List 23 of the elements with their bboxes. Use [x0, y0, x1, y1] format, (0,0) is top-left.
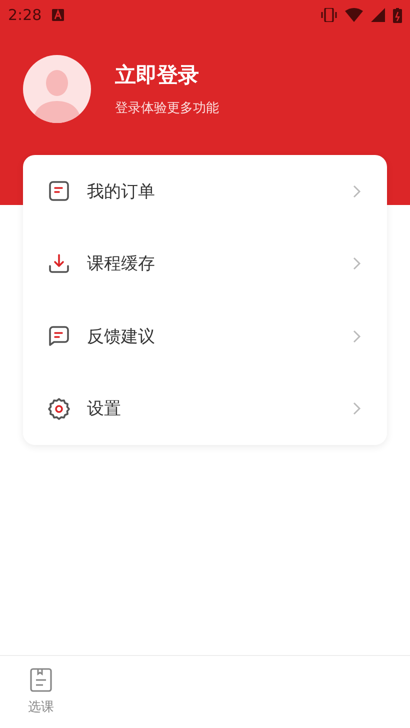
signal-icon	[371, 8, 385, 22]
vibrate-icon	[321, 8, 337, 22]
menu-item[interactable]: 设置	[23, 372, 387, 445]
battery-icon	[393, 8, 402, 22]
tab[interactable]: 选课	[0, 656, 82, 728]
chevron-right-icon	[353, 330, 361, 343]
menu-item[interactable]: 我的订单	[23, 155, 387, 228]
chat-icon	[47, 324, 71, 348]
wifi-icon	[345, 8, 363, 22]
chevron-right-icon	[353, 184, 361, 198]
menu-item[interactable]: 课程缓存	[23, 228, 387, 300]
menu-item[interactable]: 反馈建议	[23, 300, 387, 372]
settings-icon	[47, 396, 71, 421]
login-subtitle: 登录体验更多功能	[115, 100, 219, 117]
chevron-right-icon	[353, 257, 361, 270]
download-icon	[47, 252, 71, 276]
chevron-right-icon	[353, 402, 361, 416]
notification-icon	[52, 9, 64, 21]
avatar-icon[interactable]	[23, 55, 91, 123]
document-icon	[30, 668, 52, 692]
document-icon	[47, 179, 71, 204]
login-title[interactable]: 立即登录	[115, 61, 219, 89]
status-time: 2:28	[8, 6, 42, 24]
